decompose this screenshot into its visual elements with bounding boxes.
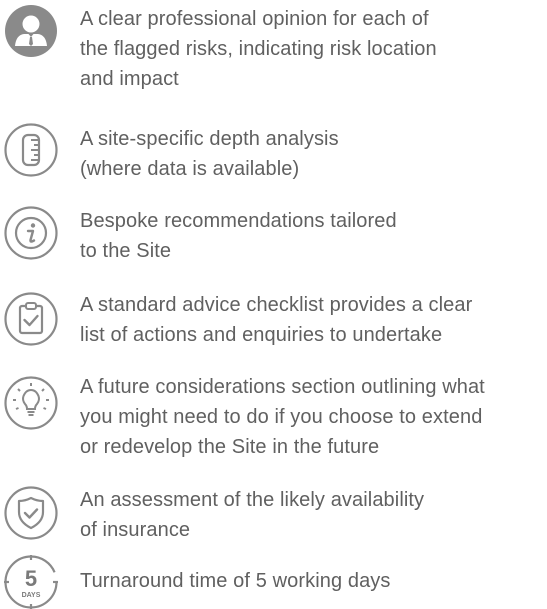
feature-text-line: A future considerations section outlinin… (80, 376, 485, 398)
feature-text-line: Bespoke recommendations tailored (80, 210, 397, 232)
feature-text-line: (where data is available) (80, 158, 300, 180)
feature-text-line: you might need to do if you choose to ex… (80, 406, 483, 428)
clipboard-check-icon (4, 292, 58, 346)
info-icon (4, 206, 58, 260)
feature-text-line: list of actions and enquiries to underta… (80, 324, 443, 346)
days-badge-number: 5 (25, 566, 37, 591)
professional-person-icon (4, 4, 58, 58)
feature-text-line: or redevelop the Site in the future (80, 436, 380, 458)
feature-text-line: and impact (80, 68, 179, 90)
feature-text-line: A clear professional opinion for each of (80, 8, 429, 30)
depth-ruler-icon (4, 123, 58, 177)
stopwatch-5-days-icon: 5 DAYS (4, 555, 58, 609)
days-badge-unit: DAYS (22, 592, 41, 599)
lightbulb-icon (4, 376, 58, 430)
feature-text-line: of insurance (80, 519, 191, 541)
feature-text-line: A standard advice checklist provides a c… (80, 294, 473, 316)
shield-check-icon (4, 486, 58, 540)
feature-text-line: A site-specific depth analysis (80, 128, 339, 150)
feature-text-line: to the Site (80, 240, 172, 262)
feature-text-line: An assessment of the likely availability (80, 489, 425, 511)
feature-text-line: Turnaround time of 5 working days (80, 570, 391, 592)
feature-text-line: the flagged risks, indicating risk locat… (80, 38, 437, 60)
